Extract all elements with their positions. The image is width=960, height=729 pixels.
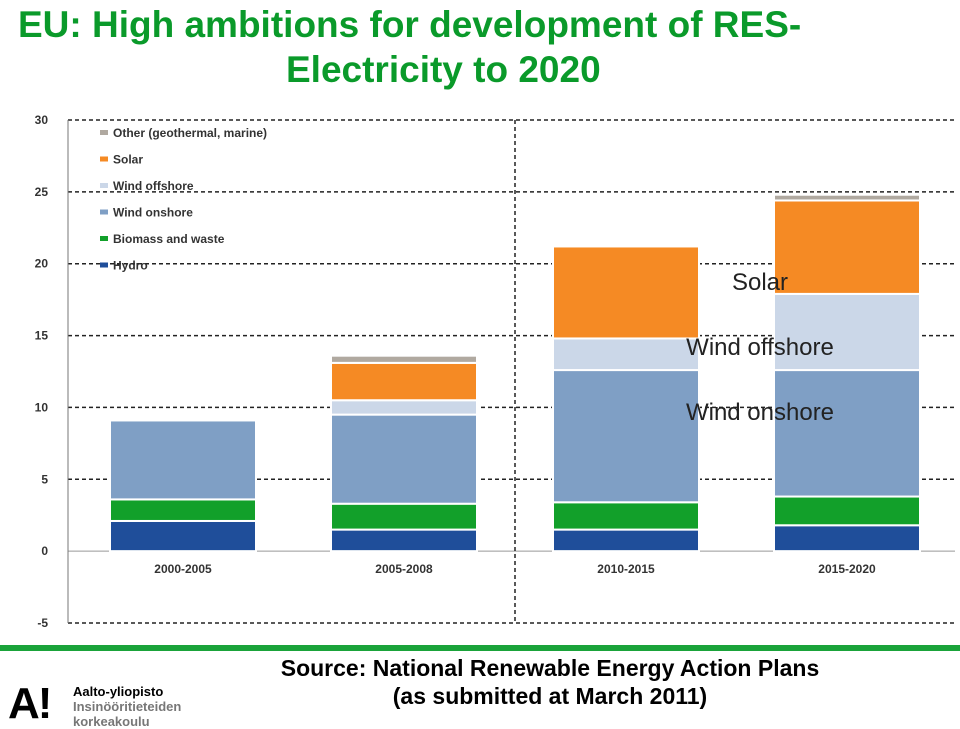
legend-label: Biomass and waste (113, 232, 225, 246)
y-tick-label: 5 (41, 472, 48, 486)
logo-line-1: Aalto-yliopisto (73, 684, 164, 699)
bar-segment (773, 199, 921, 295)
aalto-logo: A! Aalto-yliopisto Insinööritieteiden ko… (8, 679, 208, 729)
bar-segment (330, 361, 478, 402)
slide-title: EU: High ambitions for development of RE… (18, 2, 948, 92)
legend-label: Wind offshore (113, 179, 194, 193)
accent-rule (0, 645, 960, 651)
bar-segment (330, 354, 478, 364)
x-tick-label: 2010-2015 (597, 562, 655, 576)
y-tick-label: 10 (35, 400, 49, 414)
legend-swatch (100, 156, 108, 162)
bar-segment (552, 337, 700, 372)
bar-segment (109, 419, 257, 501)
chart-annotation: Wind onshore (686, 399, 834, 426)
x-tick-label: 2000-2005 (154, 562, 212, 576)
y-tick-label: 30 (35, 113, 49, 127)
bar-segment (773, 369, 921, 498)
y-tick-label: 0 (41, 544, 48, 558)
legend-swatch (100, 183, 108, 188)
title-line-2: Electricity to 2020 (286, 49, 601, 90)
bar-segment (552, 245, 700, 340)
bar-segment (330, 502, 478, 531)
source-line-2: (as submitted at March 2011) (392, 683, 708, 709)
y-tick-label: 20 (35, 257, 49, 271)
bar-segment (552, 369, 700, 504)
chart-annotation: Solar (732, 269, 788, 296)
bar-segment (330, 399, 478, 416)
legend-swatch (100, 236, 108, 241)
logo-mark: A! (8, 679, 52, 728)
bar-segment (773, 193, 921, 202)
bar-segment (552, 501, 700, 531)
logo-line-2: Insinööritieteiden (73, 699, 182, 714)
legend-swatch (100, 209, 108, 215)
chart-annotation: Wind offshore (686, 334, 834, 361)
source-note: Source: National Renewable Energy Action… (250, 654, 850, 710)
bar-segment (330, 413, 478, 505)
legend-label: Other (geothermal, marine) (113, 126, 267, 140)
bar-segment (773, 495, 921, 527)
logo-line-3: korkeakoulu (73, 714, 150, 729)
bar-segment (109, 498, 257, 522)
y-tick-label: 25 (35, 185, 49, 199)
y-tick-label: -5 (37, 616, 48, 630)
legend-swatch (100, 130, 108, 135)
bar-segment (552, 528, 700, 553)
x-tick-label: 2005-2008 (375, 562, 433, 576)
title-line-1: EU: High ambitions for development of RE… (18, 4, 802, 45)
legend-swatch (100, 262, 108, 268)
bar-segment (773, 524, 921, 553)
x-tick-label: 2015-2020 (818, 562, 876, 576)
logo-text: Aalto-yliopisto Insinööritieteiden korke… (73, 684, 181, 729)
bar-segment (109, 519, 257, 553)
bar-segment (330, 528, 478, 553)
legend-label: Wind onshore (113, 206, 193, 220)
bar-segment (109, 416, 257, 420)
y-tick-label: 15 (35, 329, 49, 343)
legend-label: Solar (113, 153, 143, 167)
source-line-1: Source: National Renewable Energy Action… (280, 655, 820, 681)
legend-label: Hydro (113, 259, 148, 273)
stacked-bar-chart: -5 0 5 10 15 20 25 30 2000-2005 2005-2008 2010-201… (35, 113, 955, 630)
